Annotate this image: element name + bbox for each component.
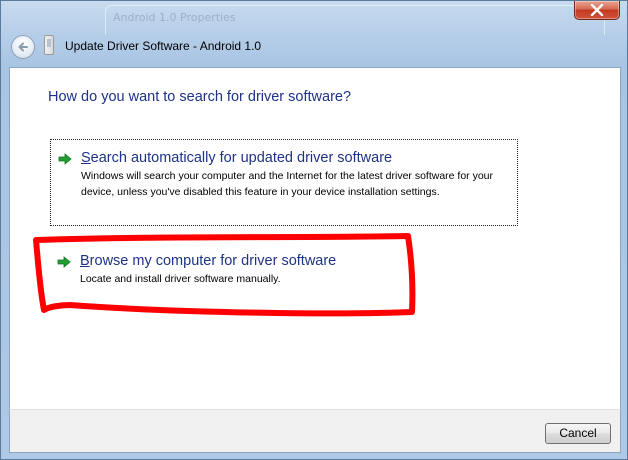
close-icon — [590, 4, 604, 16]
option-description: Locate and install driver software manua… — [80, 273, 281, 285]
back-arrow-icon — [18, 42, 28, 52]
close-button[interactable] — [574, 1, 620, 20]
dialog-footer: Cancel — [9, 409, 621, 453]
browse-computer-option[interactable]: Browse my computer for driver software L… — [50, 244, 518, 308]
option-title: Browse my computer for driver software — [80, 253, 337, 269]
cancel-button[interactable]: Cancel — [545, 423, 611, 444]
option-description: Windows will search your computer and th… — [81, 170, 494, 198]
back-button[interactable] — [11, 35, 35, 59]
option-title: Search automatically for updated driver … — [81, 150, 393, 166]
dialog-window: Android 1.0 Properties Update Driver Sof… — [0, 0, 628, 460]
wizard-content: How do you want to search for driver sof… — [9, 67, 621, 409]
background-window-title: Android 1.0 Properties — [113, 11, 236, 24]
search-automatically-option[interactable]: Search automatically for updated driver … — [50, 139, 518, 226]
green-arrow-icon — [57, 256, 71, 268]
device-icon — [44, 35, 54, 55]
window-title: Update Driver Software - Android 1.0 — [65, 39, 262, 53]
page-heading: How do you want to search for driver sof… — [48, 89, 352, 105]
green-arrow-icon — [58, 153, 72, 165]
